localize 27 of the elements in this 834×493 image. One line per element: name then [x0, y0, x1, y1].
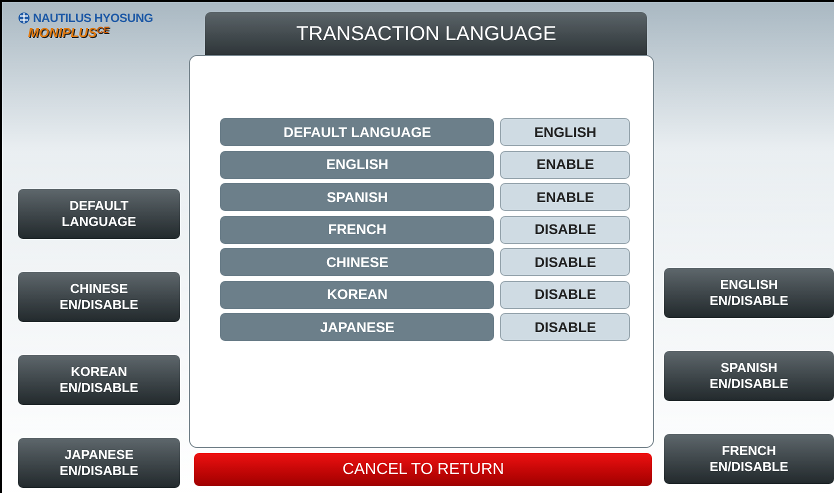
language-name-cell: SPANISH: [220, 183, 494, 211]
function-key-button[interactable]: JAPANESE EN/DISABLE: [18, 438, 180, 488]
language-value-cell: ENGLISH: [500, 118, 630, 146]
function-key-button[interactable]: FRENCH EN/DISABLE: [664, 434, 834, 484]
function-key-button[interactable]: DEFAULT LANGUAGE: [18, 189, 180, 239]
product-suffix-text: CE: [96, 26, 110, 35]
function-key-button[interactable]: KOREAN EN/DISABLE: [18, 355, 180, 405]
function-key-button[interactable]: CHINESE EN/DISABLE: [18, 272, 180, 322]
language-value-cell: DISABLE: [500, 248, 630, 276]
language-name-cell: ENGLISH: [220, 150, 494, 178]
language-name-cell: JAPANESE: [220, 313, 494, 341]
language-name-cell: KOREAN: [220, 280, 494, 308]
product-logo-text: MONIPLUS: [28, 26, 97, 39]
language-value-cell: DISABLE: [500, 216, 630, 244]
company-logo-text: NAUTILUS HYOSUNG: [33, 12, 153, 24]
language-name-cell: FRENCH: [220, 216, 494, 244]
cancel-button[interactable]: CANCEL TO RETURN: [194, 453, 652, 486]
language-name-cell: DEFAULT LANGUAGE: [220, 118, 494, 146]
function-key-button[interactable]: SPANISH EN/DISABLE: [664, 351, 834, 401]
language-name-cell: CHINESE: [220, 248, 494, 276]
language-value-cell: ENABLE: [500, 183, 630, 211]
screen-title: TRANSACTION LANGUAGE: [296, 22, 556, 46]
language-value-cell: ENABLE: [500, 150, 630, 178]
language-value-cell: DISABLE: [500, 313, 630, 341]
globe-logo-icon: [18, 12, 30, 24]
function-key-button[interactable]: ENGLISH EN/DISABLE: [664, 268, 834, 318]
language-value-cell: DISABLE: [500, 280, 630, 308]
